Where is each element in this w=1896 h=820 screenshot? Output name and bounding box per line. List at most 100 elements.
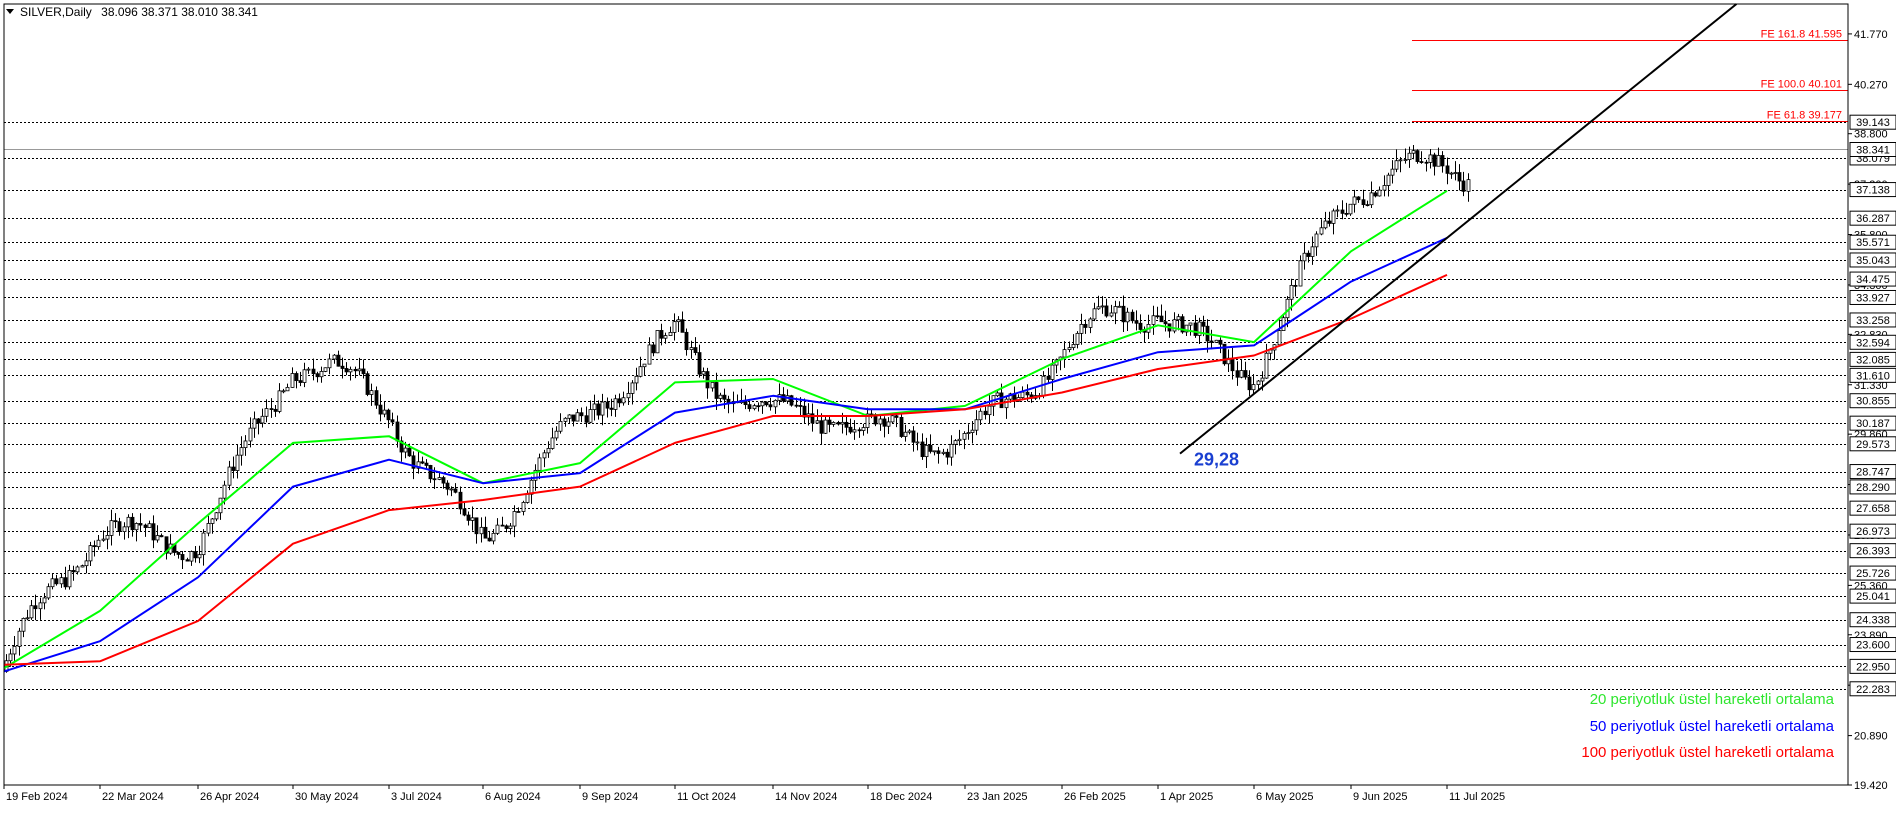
- level-label: 22.950: [1856, 661, 1890, 673]
- candle-body: [924, 444, 929, 458]
- candle-body: [705, 371, 710, 389]
- candle-body: [1436, 155, 1441, 167]
- candle-body: [63, 577, 68, 588]
- candle-body: [374, 390, 379, 406]
- level-label: 32.594: [1856, 337, 1890, 349]
- candle-body: [441, 477, 446, 484]
- x-tick-label: 14 Nov 2024: [775, 791, 837, 803]
- candle-body: [227, 466, 232, 486]
- candle-body: [1382, 185, 1387, 191]
- candle-body: [911, 430, 916, 443]
- candle-body: [260, 415, 265, 424]
- candle-body: [1419, 161, 1424, 163]
- candle-body: [407, 447, 412, 457]
- candle-body: [8, 653, 13, 662]
- candle-body: [437, 477, 442, 480]
- candle-body: [1407, 152, 1412, 161]
- level-label: 35.043: [1856, 255, 1890, 267]
- candle-body: [75, 566, 80, 573]
- candle-body: [1394, 160, 1399, 170]
- candle-body: [542, 452, 547, 459]
- candle-body: [722, 394, 727, 400]
- candle-body: [231, 466, 236, 471]
- ema-lines: [3, 189, 1448, 673]
- candle-body: [1319, 227, 1324, 235]
- candle-body: [357, 368, 362, 372]
- candle-body: [680, 319, 685, 333]
- candle-body: [235, 454, 240, 471]
- candle-body: [206, 523, 211, 534]
- candle-body: [1025, 391, 1030, 396]
- candle-body: [508, 525, 513, 529]
- level-label: 23.600: [1856, 640, 1890, 652]
- candle-body: [59, 577, 64, 585]
- candle-body: [159, 535, 164, 538]
- candle-body: [25, 617, 30, 620]
- candle-body: [134, 523, 139, 531]
- candle-body: [516, 511, 521, 513]
- candle-body: [789, 395, 794, 406]
- candle-body: [1050, 364, 1055, 380]
- x-tick-label: 6 May 2025: [1256, 791, 1313, 803]
- candle-body: [113, 520, 118, 523]
- trendline-line[interactable]: [1179, 3, 1738, 455]
- candle-body: [1096, 306, 1101, 310]
- candle-body: [672, 321, 677, 333]
- candle-body: [315, 373, 320, 378]
- candle-body: [80, 565, 85, 568]
- candle-body: [432, 478, 437, 481]
- x-tick-label: 11 Jul 2025: [1449, 791, 1505, 803]
- candle-body: [180, 554, 185, 561]
- candle-body: [491, 532, 496, 542]
- candle-body: [710, 382, 715, 389]
- candle-body: [84, 560, 89, 567]
- dropdown-triangle-icon[interactable]: [6, 9, 14, 14]
- candle-body: [344, 368, 349, 373]
- candle-body: [445, 482, 450, 490]
- candle-body: [1440, 155, 1445, 167]
- trendline[interactable]: [1179, 3, 1738, 455]
- current-price-label: 38.341: [1856, 145, 1890, 157]
- candle-body: [798, 405, 803, 407]
- candle-body: [567, 414, 572, 419]
- candle-body: [348, 368, 353, 373]
- candle-body: [311, 368, 316, 375]
- level-label: 28.290: [1856, 482, 1890, 494]
- candle-body: [554, 430, 559, 439]
- candle-body: [201, 532, 206, 556]
- fib-label: FE 161.8 41.595: [1761, 29, 1842, 41]
- candle-body: [29, 605, 34, 619]
- candle-body: [584, 415, 589, 423]
- candle-body: [1100, 305, 1105, 308]
- candle-body: [903, 431, 908, 437]
- candle-body: [1445, 165, 1450, 174]
- candle-body: [382, 409, 387, 415]
- candle-body: [1176, 316, 1181, 321]
- candle-body: [302, 369, 307, 383]
- candle-body: [281, 390, 286, 393]
- candle-body: [819, 420, 824, 434]
- candle-body: [1457, 172, 1462, 182]
- candle-body: [390, 419, 395, 423]
- candle-body: [697, 352, 702, 375]
- candle-body: [907, 430, 912, 433]
- candle-body: [1331, 210, 1336, 224]
- candle-body: [210, 518, 215, 524]
- candle-body: [285, 386, 290, 392]
- candle-body: [130, 516, 135, 531]
- candle-body: [239, 447, 244, 456]
- candle-body: [1411, 150, 1416, 154]
- level-label: 39.143: [1856, 117, 1890, 129]
- candle-body: [1134, 320, 1139, 324]
- price-chart[interactable]: FE 161.8 41.595 FE 100.0 40.101 FE 61.8 39…: [0, 0, 1896, 820]
- candle-body: [962, 433, 967, 440]
- candle-body: [1415, 150, 1420, 162]
- candle-body: [760, 401, 765, 407]
- candle-body: [1075, 332, 1080, 345]
- candle-body: [403, 447, 408, 453]
- candle-body: [470, 517, 475, 521]
- candle-body: [1344, 212, 1349, 215]
- candle-body: [189, 551, 194, 562]
- x-tick-label: 1 Apr 2025: [1160, 791, 1213, 803]
- candle-body: [248, 427, 253, 442]
